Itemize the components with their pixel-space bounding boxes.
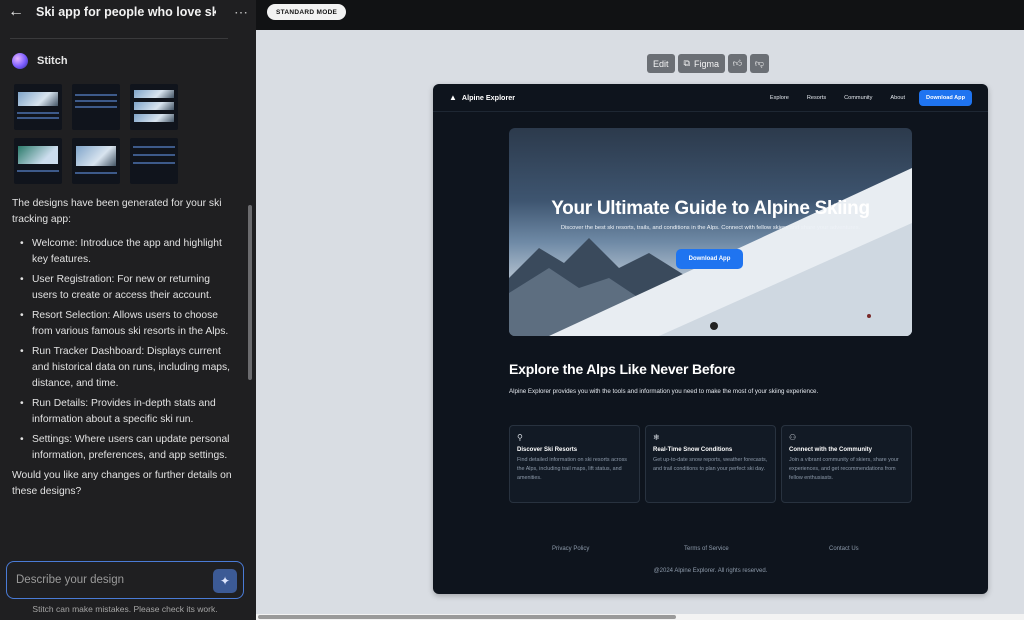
thumbnail-line	[133, 146, 175, 148]
design-thumbnail[interactable]	[130, 138, 178, 184]
thumbnail-image	[134, 102, 174, 110]
top-bar: STANDARD MODE	[256, 0, 1024, 30]
hero-title: Your Ultimate Guide to Alpine Skiing	[551, 198, 870, 219]
nav-links: Explore Resorts Community About Download…	[752, 89, 972, 106]
mountain-icon: ▲	[449, 93, 457, 102]
nav-download-button[interactable]: Download App	[919, 89, 972, 106]
stitch-logo-icon	[12, 53, 28, 69]
nav-link-about[interactable]: About	[890, 95, 905, 101]
section-description: Alpine Explorer provides you with the to…	[509, 388, 819, 395]
list-item: Run Tracker Dashboard: Displays current …	[20, 344, 232, 392]
feature-card[interactable]: ❄ Real-Time Snow Conditions Get up-to-da…	[645, 425, 776, 503]
list-item: Settings: Where users can update persona…	[20, 432, 232, 464]
thumbnail-image	[18, 146, 58, 164]
agent-row: Stitch	[12, 53, 68, 69]
chat-scrollbar[interactable]	[248, 205, 252, 380]
design-thumbnail[interactable]	[14, 84, 62, 130]
design-thumbnail[interactable]	[72, 138, 120, 184]
card-title: Real-Time Snow Conditions	[653, 447, 733, 453]
thumbnail-image	[134, 90, 174, 98]
figma-button[interactable]: ⧉ Figma	[677, 54, 725, 73]
hero-download-button[interactable]: Download App	[676, 249, 743, 269]
divider	[10, 38, 228, 39]
preview-navbar: ▲ Alpine Explorer Explore Resorts Commun…	[433, 84, 988, 112]
describe-design-input[interactable]	[16, 574, 206, 586]
thumbnail-line	[133, 154, 175, 156]
message-list: Welcome: Introduce the app and highlight…	[20, 236, 232, 464]
nav-link-resorts[interactable]: Resorts	[807, 95, 826, 101]
thumbnail-image	[134, 114, 174, 122]
section-title: Explore the Alps Like Never Before	[509, 361, 736, 377]
horizontal-scrollbar[interactable]	[256, 614, 1024, 620]
brand-name[interactable]: Alpine Explorer	[462, 93, 515, 102]
thumbnail-line	[17, 117, 59, 119]
chat-panel: ← Ski app for people who love ski... ⋯ S…	[0, 0, 256, 620]
card-description: Find detailed information on ski resorts…	[517, 457, 627, 481]
assistant-message: The designs have been generated for your…	[12, 196, 232, 500]
card-title: Discover Ski Resorts	[517, 447, 578, 453]
design-thumbnail[interactable]	[130, 84, 178, 130]
thumbnail-line	[75, 106, 117, 108]
thumbnail-line	[133, 162, 175, 164]
thumbs-down-icon[interactable]: 👎︎	[749, 54, 769, 73]
card-description: Get up-to-date snow reports, weather for…	[653, 457, 768, 472]
thumbs-up-icon[interactable]: 👍︎	[727, 54, 747, 73]
footer-link-contact[interactable]: Contact Us	[829, 546, 859, 552]
figma-label: Figma	[693, 58, 719, 69]
nav-link-community[interactable]: Community	[844, 95, 872, 101]
users-icon: ⚇	[789, 433, 797, 442]
disclaimer: Stitch can make mistakes. Please check i…	[32, 604, 218, 614]
arrow-left-icon[interactable]: ←	[8, 3, 26, 21]
footer-link-privacy[interactable]: Privacy Policy	[552, 546, 589, 552]
mode-toggle-button[interactable]: STANDARD MODE	[267, 4, 347, 20]
card-title: Connect with the Community	[789, 447, 872, 453]
thumbnail-line	[75, 172, 117, 174]
hero-subtitle: Discover the best ski resorts, trails, a…	[560, 225, 861, 231]
mountain-illustration	[509, 168, 912, 336]
chat-header: ← Ski app for people who love ski... ⋯	[0, 0, 256, 24]
list-item: Resort Selection: Allows users to choose…	[20, 308, 232, 340]
message-intro: The designs have been generated for your…	[12, 198, 222, 225]
list-item: Welcome: Introduce the app and highlight…	[20, 236, 232, 268]
scrollbar-thumb[interactable]	[258, 615, 676, 619]
thumbnail-line	[17, 170, 59, 172]
design-preview: ▲ Alpine Explorer Explore Resorts Commun…	[433, 84, 988, 594]
thumbnail-line	[17, 112, 59, 114]
copyright: @2024 Alpine Explorer. All rights reserv…	[653, 568, 768, 574]
design-thumbnail[interactable]	[14, 138, 62, 184]
thumbnail-line	[75, 94, 117, 96]
thumbnail-line	[75, 100, 117, 102]
copy-icon: ⧉	[683, 58, 690, 68]
message-outro: Would you like any changes or further de…	[12, 470, 232, 497]
edit-button[interactable]: Edit	[647, 54, 675, 73]
prompt-box: ✦	[6, 561, 244, 599]
feature-card[interactable]: ⚇ Connect with the Community Join a vibr…	[781, 425, 912, 503]
nav-link-explore[interactable]: Explore	[770, 95, 789, 101]
card-description: Join a vibrant community of skiers, shar…	[789, 457, 899, 481]
more-horizontal-icon[interactable]: ⋯	[234, 4, 248, 21]
thumbnail-image	[76, 146, 116, 166]
footer-link-terms[interactable]: Terms of Service	[684, 546, 729, 552]
magic-wand-icon[interactable]: ✦	[213, 569, 237, 593]
feature-card[interactable]: ⚲ Discover Ski Resorts Find detailed inf…	[509, 425, 640, 503]
design-thumbnail[interactable]	[72, 84, 120, 130]
list-item: User Registration: For new or returning …	[20, 272, 232, 304]
hero-banner: Your Ultimate Guide to Alpine Skiing Dis…	[509, 128, 912, 336]
map-pin-icon: ⚲	[517, 433, 523, 442]
project-title: Ski app for people who love ski...	[36, 5, 216, 19]
snowflake-icon: ❄	[653, 433, 660, 442]
agent-name: Stitch	[37, 55, 68, 67]
list-item: Run Details: Provides in-depth stats and…	[20, 396, 232, 428]
thumbnail-image	[18, 92, 58, 106]
preview-toolbar: Edit ⧉ Figma 👍︎ 👎︎	[647, 54, 769, 73]
